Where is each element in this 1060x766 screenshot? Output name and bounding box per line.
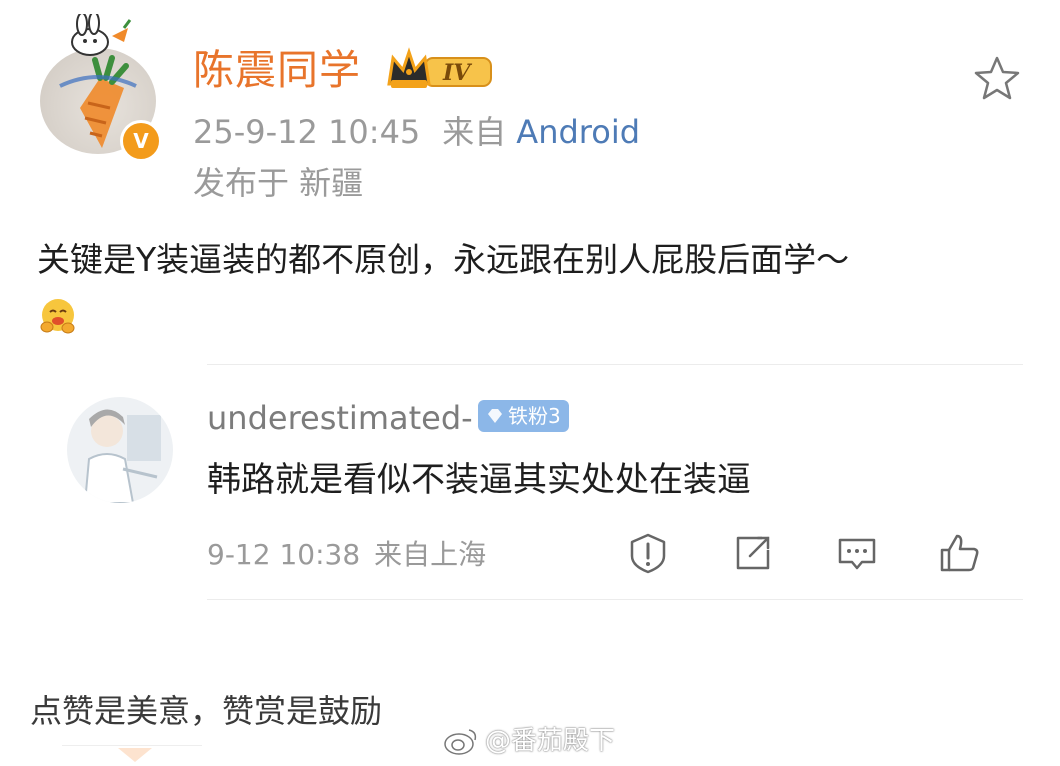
comment-body: 韩路就是看似不装逼其实处处在装逼 — [207, 460, 751, 500]
weibo-logo-icon — [444, 729, 477, 755]
post-body: 关键是Y装逼装的都不原创，永远跟在别人屁股后面学～ — [37, 240, 850, 279]
crown-level-badge-icon: IV — [387, 47, 492, 88]
comment-meta: 9-12 10:38 来自上海 — [207, 536, 486, 574]
post-location: 发布于 新疆 — [193, 164, 364, 202]
comment-time: 9-12 10:38 — [207, 538, 361, 571]
comment-location: 来自上海 — [374, 538, 487, 571]
watermark-text: @番茄殿下 — [485, 726, 616, 756]
commenter-name[interactable]: underestimated- — [207, 397, 473, 439]
commenter-avatar[interactable] — [67, 397, 173, 503]
verified-badge: V — [120, 120, 162, 162]
author-name[interactable]: 陈震同学 — [193, 44, 361, 96]
level-badge-label: IV — [442, 60, 472, 86]
share-icon[interactable] — [732, 532, 774, 574]
caret-down-icon — [118, 748, 152, 762]
from-label: 来自 — [442, 113, 507, 151]
report-icon[interactable] — [627, 532, 669, 574]
bunny-ornament-icon — [71, 14, 132, 56]
divider — [207, 364, 1023, 365]
diamond-icon — [488, 409, 502, 423]
reply-icon[interactable] — [836, 532, 878, 574]
watermark: @番茄殿下 — [443, 723, 615, 759]
footer-tagline: 点赞是美意，赞赏是鼓励 — [30, 692, 383, 730]
favorite-star-icon[interactable] — [972, 54, 1022, 102]
divider — [62, 745, 202, 746]
post-timestamp: 25-9-12 10:45 — [193, 113, 421, 151]
hugging-face-icon — [40, 299, 75, 334]
fan-badge: 铁粉3 — [478, 400, 569, 432]
like-icon[interactable] — [938, 532, 980, 574]
post-meta: 25-9-12 10:45 来自 Android — [193, 112, 640, 152]
divider — [207, 599, 1023, 600]
device-link[interactable]: Android — [516, 113, 640, 151]
fan-badge-label: 铁粉3 — [508, 404, 561, 428]
